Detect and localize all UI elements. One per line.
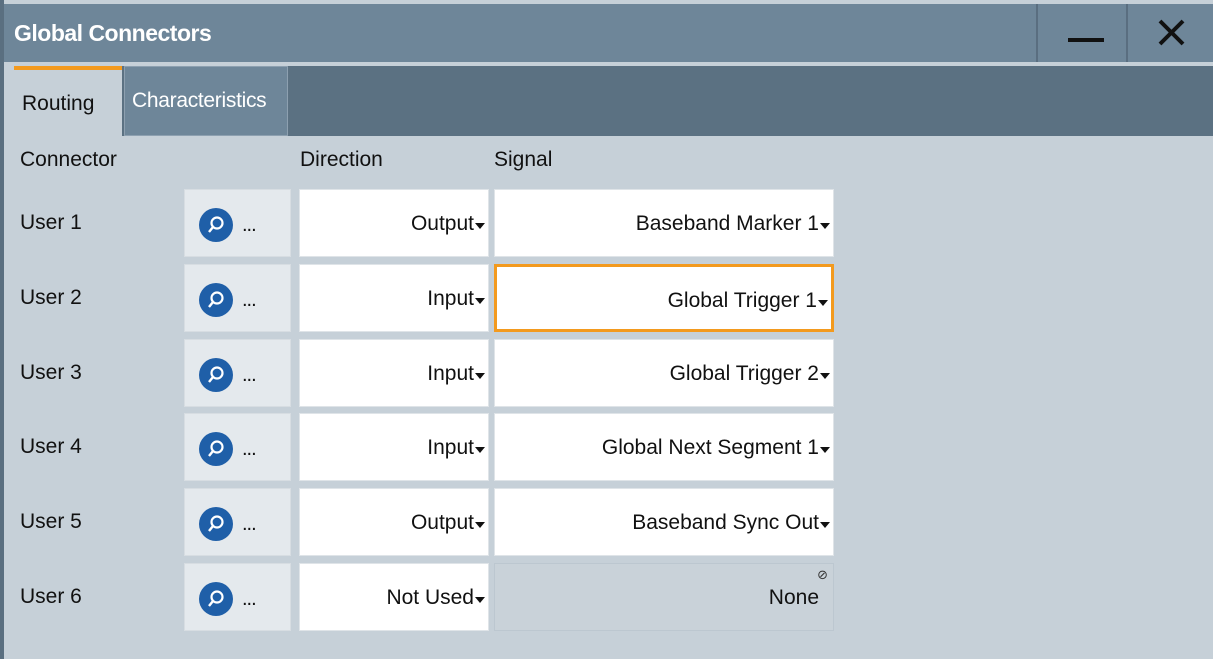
direction-value: Input <box>427 362 474 385</box>
minimize-button[interactable] <box>1036 4 1124 62</box>
tab-routing-label: Routing <box>22 92 95 115</box>
search-icon <box>199 283 233 317</box>
connector-search-button[interactable]: ... <box>184 264 291 332</box>
ellipsis: ... <box>242 214 257 236</box>
connector-label: User 3 <box>20 361 82 384</box>
connector-search-button[interactable]: ... <box>184 488 291 556</box>
search-icon <box>199 582 233 616</box>
search-icon <box>199 358 233 392</box>
close-button[interactable] <box>1126 4 1213 62</box>
tab-characteristics[interactable]: Characteristics <box>124 66 288 136</box>
ellipsis: ... <box>242 588 257 610</box>
caret-down-icon <box>820 373 830 379</box>
direction-dropdown[interactable]: Not Used <box>299 563 489 631</box>
signal-dropdown[interactable]: Baseband Marker 1 <box>494 189 834 257</box>
caret-down-icon <box>475 298 485 304</box>
connector-search-button[interactable]: ... <box>184 189 291 257</box>
direction-value: Not Used <box>386 586 474 609</box>
connector-search-button[interactable]: ... <box>184 413 291 481</box>
tab-characteristics-label: Characteristics <box>132 89 267 112</box>
ellipsis: ... <box>242 364 257 386</box>
close-icon <box>1158 19 1185 46</box>
direction-dropdown[interactable]: Input <box>299 339 489 407</box>
connector-label: User 4 <box>20 435 82 458</box>
caret-down-icon <box>820 223 830 229</box>
signal-value: Global Trigger 2 <box>669 362 819 385</box>
column-header-direction: Direction <box>300 148 383 171</box>
signal-dropdown[interactable]: Baseband Sync Out <box>494 488 834 556</box>
tab-routing[interactable]: Routing <box>14 66 122 136</box>
caret-down-icon <box>475 223 485 229</box>
caret-down-icon <box>475 597 485 603</box>
global-connectors-dialog: Global Connectors Routing Characteristic… <box>0 0 1213 659</box>
column-header-signal: Signal <box>494 148 553 171</box>
column-header-connector: Connector <box>20 148 117 171</box>
caret-down-icon <box>820 522 830 528</box>
connector-label: User 5 <box>20 510 82 533</box>
signal-dropdown[interactable]: Global Trigger 2 <box>494 339 834 407</box>
tab-bar: Routing Characteristics <box>14 66 1213 136</box>
direction-value: Input <box>427 287 474 310</box>
connector-label: User 1 <box>20 211 82 234</box>
signal-value: Global Trigger 1 <box>667 289 817 312</box>
direction-value: Input <box>427 436 474 459</box>
signal-dropdown[interactable]: Global Next Segment 1 <box>494 413 834 481</box>
caret-down-icon <box>818 300 828 306</box>
caret-down-icon <box>820 447 830 453</box>
ellipsis: ... <box>242 513 257 535</box>
direction-dropdown[interactable]: Output <box>299 189 489 257</box>
dialog-title: Global Connectors <box>14 20 212 46</box>
signal-value: None <box>768 586 819 609</box>
caret-down-icon <box>475 447 485 453</box>
direction-value: Output <box>410 511 474 534</box>
signal-dropdown[interactable]: Global Trigger 1 <box>494 264 834 332</box>
search-icon <box>199 208 233 242</box>
connector-search-button[interactable]: ... <box>184 563 291 631</box>
direction-value: Output <box>410 212 474 235</box>
signal-value: Global Next Segment 1 <box>601 436 819 459</box>
title-bar: Global Connectors <box>4 4 1213 62</box>
direction-dropdown[interactable]: Input <box>299 413 489 481</box>
disabled-icon: ⊘ <box>817 567 828 582</box>
signal-value: Baseband Sync Out <box>632 511 819 534</box>
signal-dropdown: ⊘ None <box>494 563 834 631</box>
minimize-icon <box>1068 38 1104 42</box>
connector-search-button[interactable]: ... <box>184 339 291 407</box>
signal-value: Baseband Marker 1 <box>635 212 819 235</box>
direction-dropdown[interactable]: Output <box>299 488 489 556</box>
connector-label: User 6 <box>20 585 82 608</box>
connector-label: User 2 <box>20 286 82 309</box>
caret-down-icon <box>475 373 485 379</box>
ellipsis: ... <box>242 438 257 460</box>
ellipsis: ... <box>242 289 257 311</box>
search-icon <box>199 432 233 466</box>
direction-dropdown[interactable]: Input <box>299 264 489 332</box>
search-icon <box>199 507 233 541</box>
caret-down-icon <box>475 522 485 528</box>
